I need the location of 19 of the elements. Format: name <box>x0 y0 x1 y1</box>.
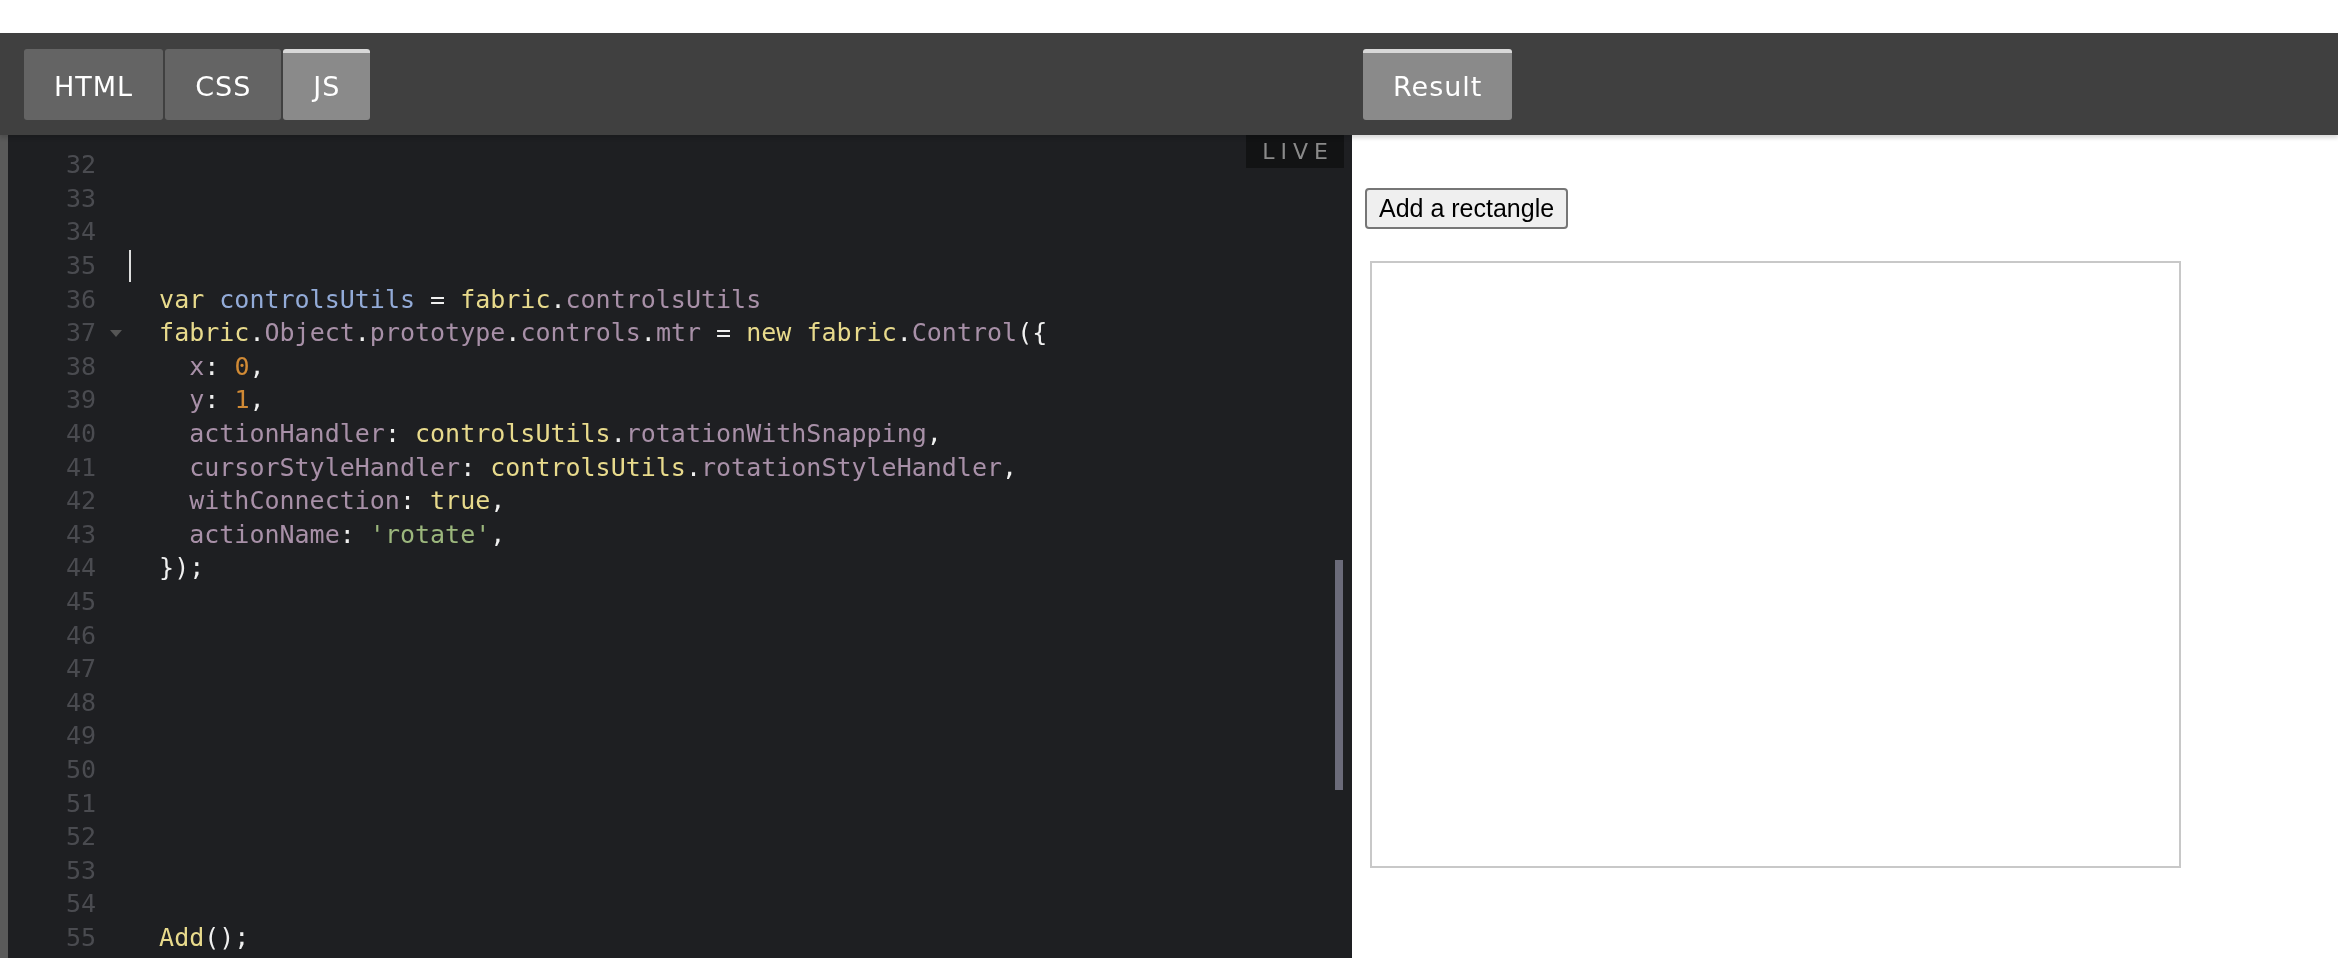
result-tab[interactable]: Result <box>1363 48 1513 120</box>
code-line: Add(); <box>158 922 250 952</box>
tab[interactable]: HTML <box>24 48 164 120</box>
code-editor[interactable] <box>0 135 1352 958</box>
code-line: actionName: 'rotate', <box>188 519 506 549</box>
scrollbar-thumb[interactable] <box>1335 560 1343 790</box>
fold-icon[interactable] <box>110 330 122 339</box>
add-rectangle-button[interactable]: Add a rectangle <box>1365 188 1569 229</box>
code-line: withConnection: true, <box>188 486 506 516</box>
code-line: x: 0, <box>188 351 265 381</box>
code-line: }); <box>158 553 205 583</box>
live-badge: LIVE <box>1246 135 1344 168</box>
code-line: var controlsUtils = fabric.controlsUtils <box>158 284 762 314</box>
code-line: cursorStyleHandler: controlsUtils.rotationStyleHandler, <box>188 452 1018 482</box>
code-line: fabric.Object.prototype.controls.mtr = new fabric.Control({ <box>158 318 1048 348</box>
code-line: y: 1, <box>188 385 265 415</box>
tab[interactable]: JS <box>283 48 371 120</box>
code-line: actionHandler: controlsUtils.rotationWithSnapping, <box>188 419 942 449</box>
tab[interactable]: CSS <box>165 48 282 120</box>
